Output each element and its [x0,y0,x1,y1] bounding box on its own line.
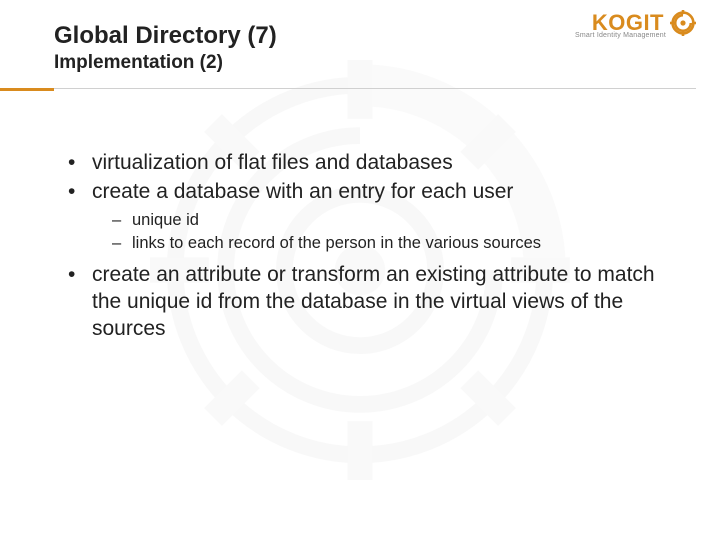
bullet-text: create a database with an entry for each… [92,180,513,203]
sub-bullet-list: unique id links to each record of the pe… [112,210,670,254]
slide-subtitle: Implementation (2) [54,52,570,74]
slide-title: Global Directory (7) [54,22,570,50]
accent-rule [0,88,54,91]
slide-content: virtualization of flat files and databas… [68,150,670,345]
brand-tagline: Smart Identity Management [575,32,666,39]
bullet-text: links to each record of the person in th… [132,234,541,252]
list-item: virtualization of flat files and databas… [68,150,670,177]
bullet-list: virtualization of flat files and databas… [68,150,670,343]
list-item: unique id [112,210,670,231]
list-item: links to each record of the person in th… [112,233,670,254]
bullet-text: virtualization of flat files and databas… [92,151,453,174]
divider-rule [54,88,696,89]
list-item: create a database with an entry for each… [68,179,670,254]
bullet-text: unique id [132,211,199,229]
bullet-text: create an attribute or transform an exis… [92,263,655,340]
slide-header: Global Directory (7) Implementation (2) [54,22,570,74]
slide: KOGIT Smart Identity Management Global D… [0,0,720,540]
brand-swirl-icon [670,10,696,36]
list-item: create an attribute or transform an exis… [68,262,670,343]
